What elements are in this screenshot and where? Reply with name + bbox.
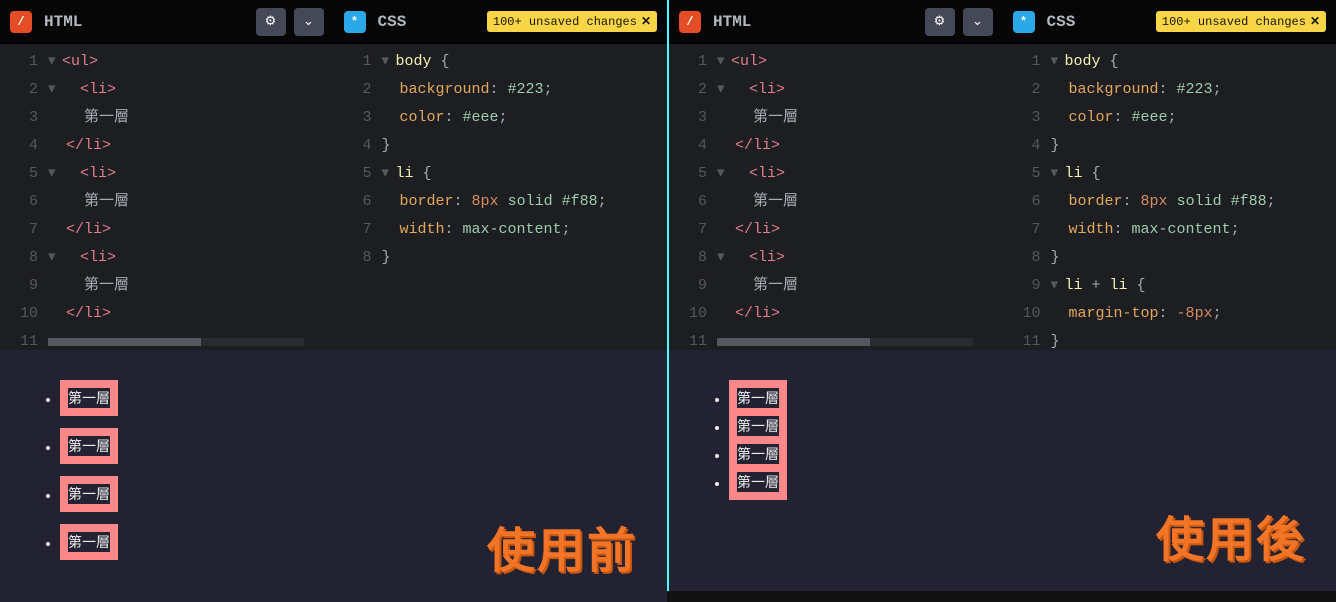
html-code-left[interactable]: 1234567891011 ▾<ul> ▾ <li> 第一層 </li> ▾ <… (0, 44, 334, 350)
css-title: CSS (1047, 13, 1076, 31)
css-title: CSS (378, 13, 407, 31)
list-item: 第一層 (60, 428, 118, 464)
demo-list-after: 第一層 第一層 第一層 第一層 (709, 380, 1296, 500)
gear-icon[interactable]: ⚙ (925, 8, 955, 36)
chevron-down-icon[interactable]: ⌄ (963, 8, 993, 36)
unsaved-badge: 100+ unsaved changes✕ (1156, 11, 1326, 32)
css-code-left[interactable]: 12345678 ▾body { background: #223; color… (334, 44, 668, 350)
html-title: HTML (44, 13, 82, 31)
chevron-down-icon[interactable]: ⌄ (294, 8, 324, 36)
html-gutter: 1234567891011 (0, 44, 48, 350)
html-gutter-r: 1234567891011 (669, 44, 717, 350)
list-item: 第一層 (729, 464, 787, 500)
html-editor-left: / HTML ⚙ ⌄ 1234567891011 ▾<ul> ▾ <li> 第一… (0, 0, 334, 350)
unsaved-badge: 100+ unsaved changes✕ (487, 11, 657, 32)
output-right: 第一層 第一層 第一層 第一層 使用後 (669, 350, 1336, 591)
label-after: 使用後 (1156, 500, 1306, 571)
html-icon: / (10, 11, 32, 33)
html-code-right[interactable]: 1234567891011 ▾<ul> ▾ <li> 第一層 </li> ▾ <… (669, 44, 1003, 350)
output-left: 第一層 第一層 第一層 第一層 使用前 (0, 350, 667, 602)
list-item: 第一層 (60, 476, 118, 512)
right-editors: / HTML ⚙ ⌄ 1234567891011 ▾<ul> ▾ <li> 第一… (669, 0, 1336, 350)
css-code-body-r[interactable]: ▾body { background: #223; color: #eee; }… (1051, 44, 1336, 350)
css-header-r: * CSS 100+ unsaved changes✕ (1003, 0, 1336, 44)
left-editors: / HTML ⚙ ⌄ 1234567891011 ▾<ul> ▾ <li> 第一… (0, 0, 667, 350)
html-editor-right: / HTML ⚙ ⌄ 1234567891011 ▾<ul> ▾ <li> 第一… (669, 0, 1003, 350)
css-icon: * (344, 11, 366, 33)
right-panel: / HTML ⚙ ⌄ 1234567891011 ▾<ul> ▾ <li> 第一… (669, 0, 1336, 591)
main-wrap: / HTML ⚙ ⌄ 1234567891011 ▾<ul> ▾ <li> 第一… (0, 0, 1336, 591)
css-code-body[interactable]: ▾body { background: #223; color: #eee; }… (382, 44, 668, 350)
css-editor-left: * CSS 100+ unsaved changes✕ 12345678 ▾bo… (334, 0, 668, 350)
css-editor-right: * CSS 100+ unsaved changes✕ 123456789101… (1003, 0, 1336, 350)
css-gutter-r: 1234567891011 (1003, 44, 1051, 350)
html-code-body[interactable]: ▾<ul> ▾ <li> 第一層 </li> ▾ <li> 第一層 </li> … (48, 44, 334, 350)
html-header: / HTML ⚙ ⌄ (0, 0, 334, 44)
list-item: 第一層 (60, 380, 118, 416)
close-icon[interactable]: ✕ (1310, 14, 1320, 29)
css-icon: * (1013, 11, 1035, 33)
css-header: * CSS 100+ unsaved changes✕ (334, 0, 668, 44)
css-code-right[interactable]: 1234567891011 ▾body { background: #223; … (1003, 44, 1336, 350)
left-panel: / HTML ⚙ ⌄ 1234567891011 ▾<ul> ▾ <li> 第一… (0, 0, 667, 591)
gear-icon[interactable]: ⚙ (256, 8, 286, 36)
css-gutter: 12345678 (334, 44, 382, 350)
html-code-body-r[interactable]: ▾<ul> ▾ <li> 第一層 </li> ▾ <li> 第一層 </li> … (717, 44, 1003, 350)
close-icon[interactable]: ✕ (641, 14, 651, 29)
html-icon: / (679, 11, 701, 33)
html-header-r: / HTML ⚙ ⌄ (669, 0, 1003, 44)
html-title: HTML (713, 13, 751, 31)
html-scrollbar[interactable] (48, 338, 304, 346)
label-before: 使用前 (487, 511, 637, 582)
html-scrollbar-r[interactable] (717, 338, 973, 346)
list-item: 第一層 (60, 524, 118, 560)
